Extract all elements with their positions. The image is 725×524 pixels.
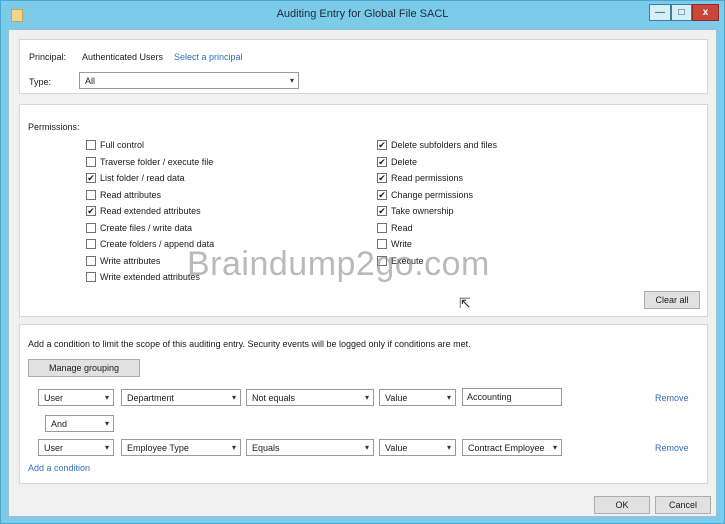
permission-label: Take ownership [391,206,454,216]
dialog-window: Auditing Entry for Global File SACL — □ … [0,0,725,524]
checkbox[interactable] [86,272,96,282]
condition-2-remove-link[interactable]: Remove [655,443,689,453]
permission-label: Write attributes [100,255,161,266]
checkbox[interactable]: ✔ [377,206,387,216]
watermark-text: Braindump2go.com [187,245,490,283]
condition-2-value: Contract Employee [468,443,545,453]
permissions-panel: Permissions: Full control Traverse folder… [19,104,708,317]
checkbox[interactable]: ✔ [377,156,387,167]
checkbox[interactable]: ✔ [377,140,387,150]
chevron-down-icon: ▾ [446,443,451,452]
permission-label: List folder / read data [100,173,185,183]
condition-2-value-select[interactable]: Contract Employee ▾ [462,439,562,456]
condition-2-subject: User [44,443,64,453]
type-select-value: All [85,76,96,86]
checkbox[interactable]: ✔ [86,206,96,216]
window-title: Auditing Entry for Global File SACL [276,8,449,20]
conditions-panel: Add a condition to limit the scope of th… [19,324,708,484]
chevron-down-icon: ▾ [289,76,294,85]
condition-1-value-input[interactable]: Accounting [462,388,562,406]
principal-value: Authenticated Users [82,52,164,62]
condition-1-subject: User [44,393,64,403]
add-condition-link[interactable]: Add a condition [28,463,90,473]
principal-panel: Principal: Authenticated Users Select a … [19,39,708,94]
permission-label: Create files / write data [100,222,193,233]
condition-1-value-type: Value [385,393,408,403]
permission-label: Read [391,222,413,233]
ok-button[interactable]: OK [594,496,650,514]
close-button[interactable]: x [692,4,719,21]
condition-2-value-type-select[interactable]: Value ▾ [379,439,456,456]
condition-1-attribute: Department [127,393,175,403]
chevron-down-icon: ▾ [104,393,109,402]
chevron-down-icon: ▾ [231,393,236,402]
principal-label: Principal: [29,52,67,62]
checkbox[interactable] [86,222,96,233]
condition-1-attribute-select[interactable]: Department ▾ [121,389,241,406]
checkbox[interactable] [86,156,96,167]
checkbox[interactable]: ✔ [86,173,96,183]
type-label: Type: [29,77,52,87]
checkbox[interactable] [86,140,96,150]
condition-1-operator-select[interactable]: Not equals ▾ [246,389,374,406]
cancel-button[interactable]: Cancel [655,496,711,514]
permission-label: Delete [391,156,418,167]
chevron-down-icon: ▾ [364,443,369,452]
title-bar[interactable]: Auditing Entry for Global File SACL — □ … [1,1,724,29]
condition-2-attribute: Employee Type [127,443,189,453]
manage-grouping-button[interactable]: Manage grouping [28,359,140,377]
condition-2-operator-select[interactable]: Equals ▾ [246,439,374,456]
chevron-down-icon: ▾ [104,443,109,452]
conditions-description: Add a condition to limit the scope of th… [28,339,471,349]
condition-2-value-type: Value [385,443,408,453]
select-principal-link[interactable]: Select a principal [174,52,243,62]
maximize-button[interactable]: □ [671,4,692,21]
permission-label: Read attributes [100,189,162,200]
condition-2-operator: Equals [252,443,280,453]
condition-2-subject-select[interactable]: User ▾ [38,439,114,456]
permission-label: Full control [100,140,145,150]
minimize-button[interactable]: — [649,4,671,21]
checkbox[interactable] [86,189,96,200]
chevron-down-icon: ▾ [104,419,109,428]
permission-label: Read permissions [391,173,464,183]
checkbox[interactable] [377,222,387,233]
chevron-down-icon: ▾ [446,393,451,402]
permission-label: Change permissions [391,189,474,200]
condition-1-subject-select[interactable]: User ▾ [38,389,114,406]
condition-1-operator: Not equals [252,393,296,403]
condition-1-value-type-select[interactable]: Value ▾ [379,389,456,406]
checkbox[interactable] [86,239,96,249]
permission-label: Delete subfolders and files [391,140,498,150]
condition-connector: And [51,419,68,429]
checkbox[interactable]: ✔ [377,173,387,183]
mouse-cursor-icon: ⇱ [459,295,471,311]
clear-all-button[interactable]: Clear all [644,291,700,309]
type-select[interactable]: All ▾ [79,72,299,89]
chevron-down-icon: ▾ [552,443,557,452]
chevron-down-icon: ▾ [231,443,236,452]
permission-label: Write extended attributes [100,272,200,282]
permissions-heading: Permissions: [28,122,80,132]
condition-1-remove-link[interactable]: Remove [655,393,689,403]
permission-label: Traverse folder / execute file [100,156,214,167]
checkbox[interactable]: ✔ [377,189,387,200]
condition-connector-select[interactable]: And ▾ [45,415,114,432]
permission-label: Read extended attributes [100,206,201,216]
chevron-down-icon: ▾ [364,393,369,402]
condition-2-attribute-select[interactable]: Employee Type ▾ [121,439,241,456]
condition-1-value: Accounting [467,392,512,402]
checkbox[interactable] [86,255,96,266]
